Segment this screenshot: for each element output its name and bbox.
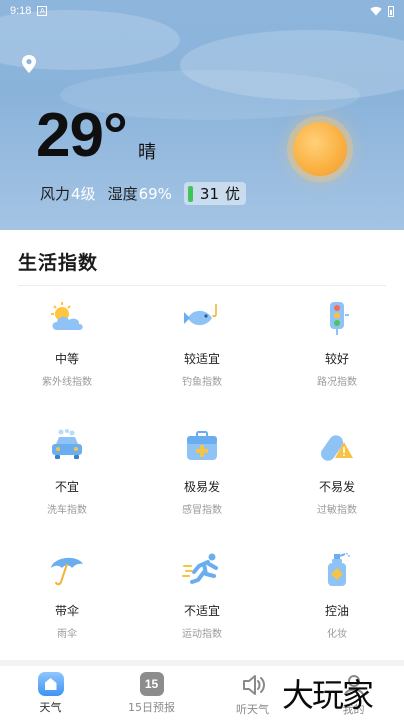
index-value: 极易发: [183, 480, 220, 494]
weather-metrics: 风力 4级 湿度 69% 31 优: [40, 182, 247, 205]
aqi-level-bar: [187, 185, 193, 202]
status-bar: 9:18 A: [0, 0, 404, 22]
index-name: 雨伞: [57, 629, 77, 640]
index-item-allergy[interactable]: 不易发 过敏指数: [270, 428, 404, 516]
wind-value: 4级: [71, 185, 96, 203]
index-name: 运动指数: [182, 629, 222, 640]
divider: [18, 285, 386, 286]
medkit-icon: [187, 431, 217, 460]
index-value: 中等: [54, 352, 79, 366]
pill-warning-icon: [320, 435, 353, 461]
index-item-makeup[interactable]: 控油 化妆: [270, 552, 404, 640]
index-item-sport[interactable]: 不适宜 运动指数: [135, 552, 269, 640]
nav-tab-weather[interactable]: 天气: [0, 666, 101, 720]
weather-condition: 晴: [138, 142, 156, 163]
humidity-value: 69%: [138, 184, 172, 203]
index-value: 控油: [324, 604, 349, 618]
fish-icon: [184, 304, 217, 326]
nav-label: 听天气: [236, 703, 269, 716]
umbrella-icon: [51, 557, 83, 586]
traffic-light-icon: [330, 302, 349, 335]
index-value: 带伞: [54, 604, 79, 618]
nav-label: 天气: [39, 701, 62, 714]
status-time: 9:18: [10, 5, 32, 17]
runner-icon: [182, 553, 218, 584]
home-icon: [37, 672, 64, 696]
index-item-traffic[interactable]: 较好 路况指数: [270, 300, 404, 388]
car-wash-icon: [52, 429, 82, 459]
aqi-text: 优: [225, 185, 241, 203]
wifi-icon: [370, 6, 382, 16]
index-item-uv[interactable]: 中等 紫外线指数: [0, 300, 134, 388]
index-name: 紫外线指数: [42, 377, 92, 388]
life-index-title: 生活指数: [18, 252, 99, 274]
index-name: 化妆: [327, 629, 347, 640]
watermark-text: 大玩家: [282, 676, 374, 714]
index-name: 洗车指数: [47, 505, 87, 516]
index-value: 不适宜: [183, 604, 220, 618]
wind-label: 风力: [40, 185, 71, 203]
nav-label: 15日预报: [128, 701, 175, 714]
index-value: 较适宜: [183, 352, 220, 366]
weather-header: 29° 晴 风力 4级 湿度 69% 31 优: [0, 0, 404, 230]
index-item-carwash[interactable]: 不宜 洗车指数: [0, 428, 134, 516]
notification-icon: A: [37, 6, 48, 16]
current-temperature: 29°: [36, 101, 128, 170]
sun-cloud-icon: [51, 302, 83, 330]
aqi-badge[interactable]: 31 优: [183, 182, 247, 205]
index-value: 较好: [324, 352, 349, 366]
index-item-umbrella[interactable]: 带伞 雨伞: [0, 552, 134, 640]
index-value: 不易发: [318, 480, 355, 494]
location-pin-icon[interactable]: [20, 54, 38, 74]
nav-tab-15day[interactable]: 15 15日预报: [101, 666, 202, 720]
index-name: 路况指数: [317, 377, 357, 388]
index-name: 过敏指数: [317, 505, 357, 516]
speaker-icon: [242, 675, 265, 695]
battery-icon: [388, 5, 394, 17]
lotion-icon: [328, 552, 350, 586]
index-value: 不宜: [54, 480, 79, 494]
index-item-fishing[interactable]: 较适宜 钓鱼指数: [135, 300, 269, 388]
calendar-15-icon: 15: [139, 672, 164, 696]
index-name: 感冒指数: [182, 505, 222, 516]
index-name: 钓鱼指数: [182, 377, 222, 388]
sun-icon: [293, 122, 347, 176]
humidity-label: 湿度: [107, 185, 138, 203]
aqi-value: 31: [199, 184, 220, 203]
index-item-cold[interactable]: 极易发 感冒指数: [135, 428, 269, 516]
